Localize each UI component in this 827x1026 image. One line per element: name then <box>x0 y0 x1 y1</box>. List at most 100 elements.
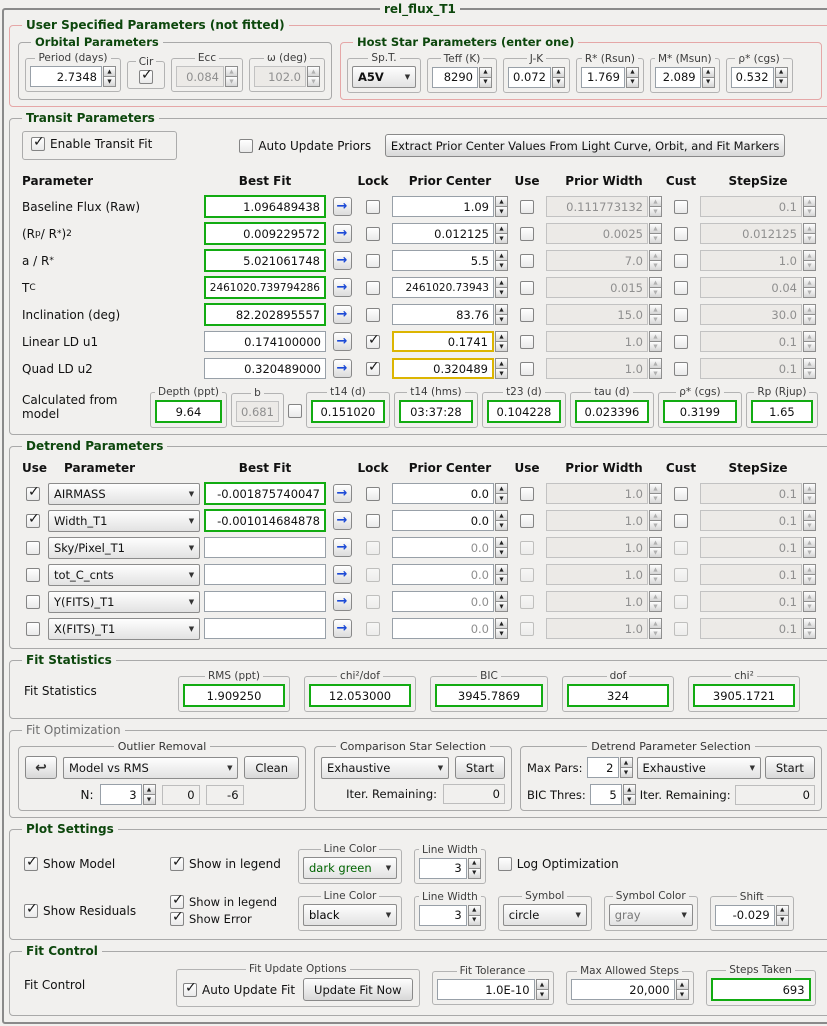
copy-to-prior-arrow-button[interactable] <box>332 305 352 324</box>
mstar-spinner[interactable]: 2.089 <box>654 66 715 88</box>
residual-line-width-spinner[interactable]: 3 <box>419 904 481 926</box>
max-pars-spinner[interactable]: 2 <box>586 757 633 778</box>
use-detrend-checkbox[interactable] <box>26 621 40 636</box>
copy-to-prior-arrow-button[interactable] <box>332 538 352 557</box>
copy-to-prior-arrow-button[interactable] <box>332 251 352 270</box>
use-detrend-checkbox[interactable] <box>26 594 40 609</box>
prior-center-spinner[interactable]: 0.0 <box>392 537 508 558</box>
detrend-parameter-select[interactable]: AIRMASS <box>48 482 200 505</box>
checkbox-box[interactable] <box>183 980 197 997</box>
n-value[interactable]: 3 <box>99 784 142 805</box>
lock-checkbox[interactable] <box>366 359 380 376</box>
max-steps-spinner[interactable]: 20,000 <box>570 979 689 1000</box>
custom-step-checkbox[interactable] <box>674 226 688 241</box>
prior-center-value[interactable]: 83.76 <box>392 304 494 325</box>
show-error-checkbox[interactable]: Show Error <box>170 909 286 926</box>
custom-step-checkbox[interactable] <box>674 307 688 322</box>
prior-center-spinner[interactable]: 0.1741 <box>392 331 508 352</box>
copy-to-prior-arrow-button[interactable] <box>332 511 352 530</box>
prior-center-value[interactable]: 0.012125 <box>392 223 494 244</box>
spinner-down-icon[interactable] <box>495 601 508 612</box>
use-prior-checkbox[interactable] <box>520 199 534 214</box>
comp-star-start-button[interactable]: Start <box>454 756 505 779</box>
prior-center-value[interactable]: 0.1741 <box>392 331 494 352</box>
prior-center-value[interactable]: 0.0 <box>392 591 494 612</box>
spinner-down-icon[interactable] <box>495 547 508 558</box>
prior-center-spinner[interactable]: 0.0 <box>392 591 508 612</box>
custom-step-checkbox[interactable] <box>674 253 688 268</box>
fit-tolerance-value[interactable]: 1.0E-10 <box>436 979 535 1000</box>
n-spinner[interactable]: 3 <box>99 784 156 805</box>
custom-step-checkbox[interactable] <box>674 199 688 214</box>
period-value[interactable]: 2.7348 <box>30 66 102 87</box>
spinner-down-icon[interactable] <box>675 989 689 1000</box>
lock-checkbox[interactable] <box>366 280 380 295</box>
model-line-width-value[interactable]: 3 <box>419 857 467 879</box>
custom-step-checkbox[interactable] <box>674 280 688 295</box>
custom-step-checkbox[interactable] <box>674 486 688 501</box>
lock-checkbox[interactable] <box>366 226 380 241</box>
copy-to-prior-arrow-button[interactable] <box>332 278 352 297</box>
residual-line-color-select[interactable]: black <box>303 904 397 926</box>
model-line-width-spinner[interactable]: 3 <box>419 857 481 879</box>
prior-center-value[interactable]: 0.0 <box>392 618 494 639</box>
spinner-down-icon[interactable] <box>495 520 508 531</box>
use-prior-checkbox[interactable] <box>520 334 534 349</box>
max-pars-value[interactable]: 2 <box>586 757 619 778</box>
prior-center-value[interactable]: 0.320489 <box>392 358 494 379</box>
checkbox-box[interactable] <box>497 856 512 871</box>
prior-center-spinner[interactable]: 2461020.73943 <box>392 277 508 298</box>
lock-checkbox[interactable] <box>366 486 380 501</box>
bic-thres-value[interactable]: 5 <box>589 784 622 805</box>
spinner-down-icon[interactable] <box>625 76 639 88</box>
rho-star-value[interactable]: 0.532 <box>730 66 774 88</box>
prior-center-spinner[interactable]: 0.0 <box>392 510 508 531</box>
use-detrend-checkbox[interactable] <box>26 540 40 555</box>
lock-checkbox[interactable] <box>366 199 380 214</box>
custom-step-checkbox[interactable] <box>674 334 688 349</box>
residuals-show-in-legend-checkbox[interactable]: Show in legend <box>170 892 286 909</box>
copy-to-prior-arrow-button[interactable] <box>332 592 352 611</box>
spinner-down-icon[interactable] <box>622 794 636 805</box>
lock-checkbox[interactable] <box>366 307 380 322</box>
prior-center-value[interactable]: 0.0 <box>392 483 494 504</box>
model-line-color-select[interactable]: dark green <box>303 857 397 879</box>
spinner-down-icon[interactable] <box>142 794 156 805</box>
auto-update-fit-checkbox[interactable]: Auto Update Fit <box>183 980 295 997</box>
spinner-down-icon[interactable] <box>619 767 633 778</box>
prior-center-spinner[interactable]: 1.09 <box>392 196 508 217</box>
max-steps-value[interactable]: 20,000 <box>570 979 675 1000</box>
spinner-down-icon[interactable] <box>495 493 508 504</box>
lock-checkbox[interactable] <box>366 513 380 528</box>
comp-star-method-select[interactable]: Exhaustive <box>321 756 449 779</box>
prior-center-value[interactable]: 2461020.73943 <box>392 277 494 298</box>
spinner-down-icon[interactable] <box>701 76 715 88</box>
custom-step-checkbox[interactable] <box>674 361 688 376</box>
copy-to-prior-arrow-button[interactable] <box>332 484 352 503</box>
prior-center-spinner[interactable]: 0.0 <box>392 483 508 504</box>
prior-center-spinner[interactable]: 0.012125 <box>392 223 508 244</box>
spinner-down-icon[interactable] <box>495 314 508 325</box>
show-residuals-checkbox[interactable]: Show Residuals <box>24 901 158 918</box>
use-prior-checkbox[interactable] <box>520 361 534 376</box>
spinner-down-icon[interactable] <box>774 76 788 88</box>
jk-value[interactable]: 0.072 <box>508 66 551 88</box>
teff-value[interactable]: 8290 <box>432 66 478 88</box>
rstar-value[interactable]: 1.769 <box>580 66 625 88</box>
log-optimization-checkbox[interactable]: Log Optimization <box>497 856 619 871</box>
prior-center-value[interactable]: 1.09 <box>392 196 494 217</box>
spinner-down-icon[interactable] <box>551 76 565 88</box>
spinner-down-icon[interactable] <box>495 260 508 271</box>
spinner-down-icon[interactable] <box>495 574 508 585</box>
checkbox-box[interactable] <box>170 892 184 909</box>
lock-checkbox[interactable] <box>366 253 380 268</box>
spinner-down-icon[interactable] <box>495 287 508 298</box>
spinner-down-icon[interactable] <box>495 368 508 379</box>
copy-to-prior-arrow-button[interactable] <box>332 619 352 638</box>
detrend-sel-method-select[interactable]: Exhaustive <box>636 756 761 779</box>
clean-button[interactable]: Clean <box>244 756 299 779</box>
symbol-select[interactable]: circle <box>502 904 587 926</box>
bic-thres-spinner[interactable]: 5 <box>589 784 636 805</box>
checkbox-box[interactable] <box>170 854 184 871</box>
spectral-type-select[interactable]: A5V <box>352 66 416 88</box>
